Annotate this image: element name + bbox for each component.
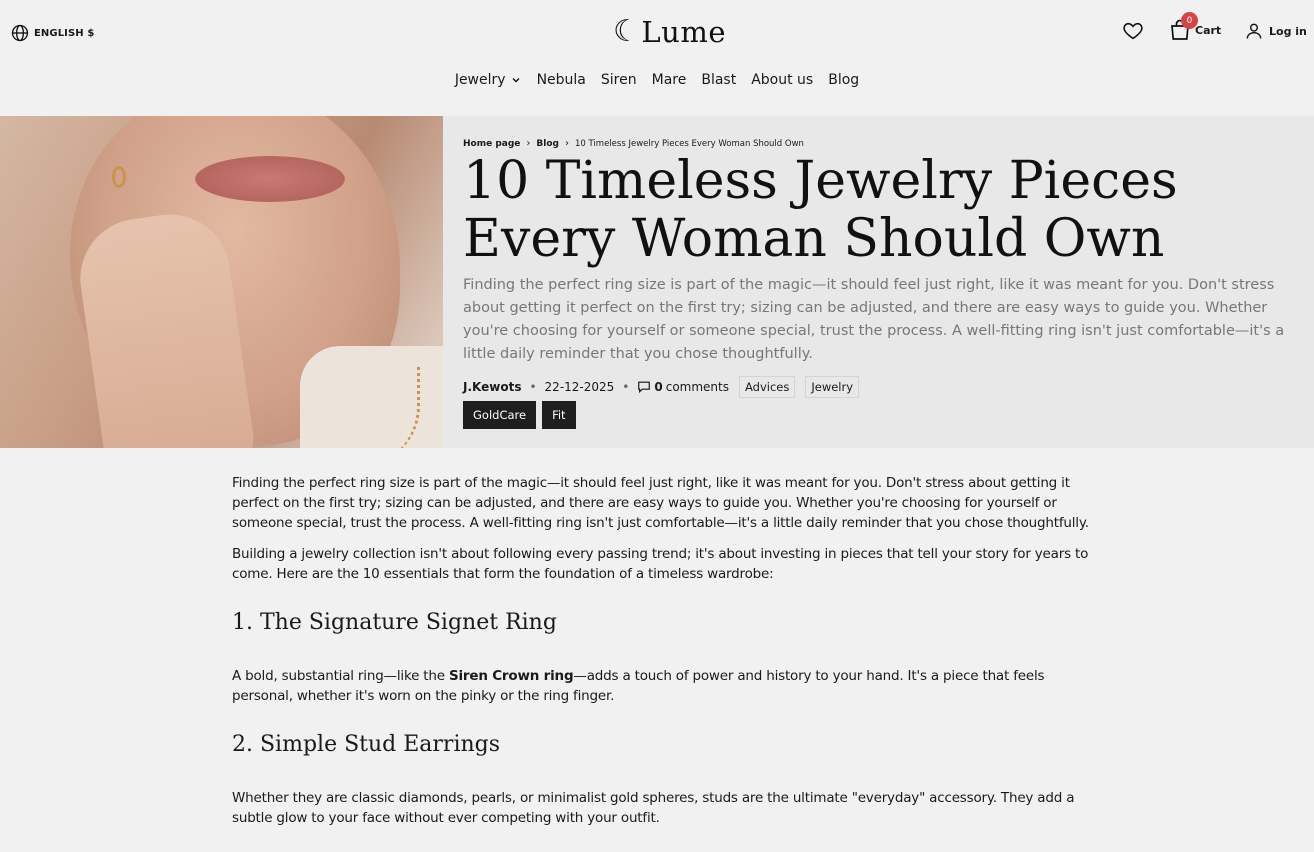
- chevron-right-icon: ›: [526, 138, 531, 149]
- tag-fit[interactable]: Fit: [542, 401, 576, 429]
- logo-text: Lume: [641, 14, 727, 49]
- site-header: ENGLISH $ ☾ Lume 0 Cart Log in Jewelry N…: [0, 0, 1314, 116]
- cart-count-badge: 0: [1181, 12, 1198, 29]
- author-name[interactable]: J.Kewots: [463, 380, 521, 394]
- comments-link[interactable]: 0 comments: [637, 380, 729, 394]
- body-paragraph: Whether they are classic diamonds, pearl…: [232, 790, 1075, 826]
- nav-item-blog[interactable]: Blog: [828, 72, 859, 88]
- login-label: Log in: [1269, 24, 1307, 38]
- body-paragraph: A bold, substantial ring—like the Siren …: [232, 666, 1092, 706]
- body-paragraph: Finding the perfect ring size is part of…: [232, 475, 1089, 531]
- article-tags: GoldCare Fit: [463, 401, 576, 429]
- nav-item-mare[interactable]: Mare: [652, 72, 687, 88]
- site-logo[interactable]: ☾ Lume: [613, 14, 726, 49]
- comments-label: comments: [665, 380, 729, 394]
- heart-icon[interactable]: [1122, 20, 1144, 42]
- article-header: Home page › Blog › 10 Timeless Jewelry P…: [443, 116, 1314, 448]
- language-label: ENGLISH $: [34, 27, 95, 39]
- breadcrumb-home[interactable]: Home page: [463, 139, 520, 149]
- breadcrumb: Home page › Blog › 10 Timeless Jewelry P…: [463, 138, 804, 149]
- chevron-right-icon: ›: [564, 138, 569, 149]
- moon-icon: ☾: [613, 14, 641, 49]
- nav-item-siren[interactable]: Siren: [601, 72, 637, 88]
- nav-item-blast[interactable]: Blast: [701, 72, 736, 88]
- chevron-down-icon: [512, 78, 520, 83]
- separator-dot: •: [529, 380, 537, 394]
- nav-item-jewelry[interactable]: Jewelry: [455, 72, 522, 88]
- login-button[interactable]: Log in: [1244, 21, 1307, 41]
- tag-advices[interactable]: Advices: [739, 376, 796, 398]
- separator-dot: •: [622, 380, 630, 394]
- nav-item-nebula[interactable]: Nebula: [537, 72, 586, 88]
- publish-date: 22-12-2025: [544, 380, 615, 394]
- breadcrumb-current: 10 Timeless Jewelry Pieces Every Woman S…: [574, 138, 804, 149]
- article-meta: J.Kewots • 22-12-2025 • 0 comments Advic…: [463, 376, 860, 398]
- text-run: A bold, substantial ring—like the: [232, 668, 449, 684]
- tag-jewelry[interactable]: Jewelry: [805, 376, 860, 398]
- page-title: 10 Timeless Jewelry Pieces Every Woman S…: [463, 151, 1178, 269]
- globe-icon: [11, 24, 29, 42]
- tag-goldcare[interactable]: GoldCare: [463, 401, 537, 429]
- cart-button[interactable]: 0 Cart: [1168, 12, 1222, 42]
- section-heading: 2. Simple Stud Earrings: [232, 732, 501, 757]
- nav-item-about-us[interactable]: About us: [751, 72, 813, 88]
- article-lede: Finding the perfect ring size is part of…: [463, 277, 1285, 362]
- comment-icon: [638, 381, 651, 394]
- user-icon: [1246, 23, 1262, 39]
- breadcrumb-blog[interactable]: Blog: [536, 139, 559, 149]
- language-selector[interactable]: ENGLISH $: [11, 24, 94, 42]
- hero-image: [0, 116, 443, 448]
- comments-count: 0: [654, 380, 663, 394]
- main-nav: Jewelry Nebula Siren Mare Blast About us…: [0, 72, 1314, 88]
- body-paragraph: Building a jewelry collection isn't abou…: [232, 546, 1089, 582]
- section-heading: 1. The Signature Signet Ring: [232, 610, 557, 635]
- nav-item-label: Jewelry: [454, 72, 506, 88]
- product-link[interactable]: Siren Crown ring: [449, 668, 574, 684]
- cart-label: Cart: [1195, 24, 1222, 37]
